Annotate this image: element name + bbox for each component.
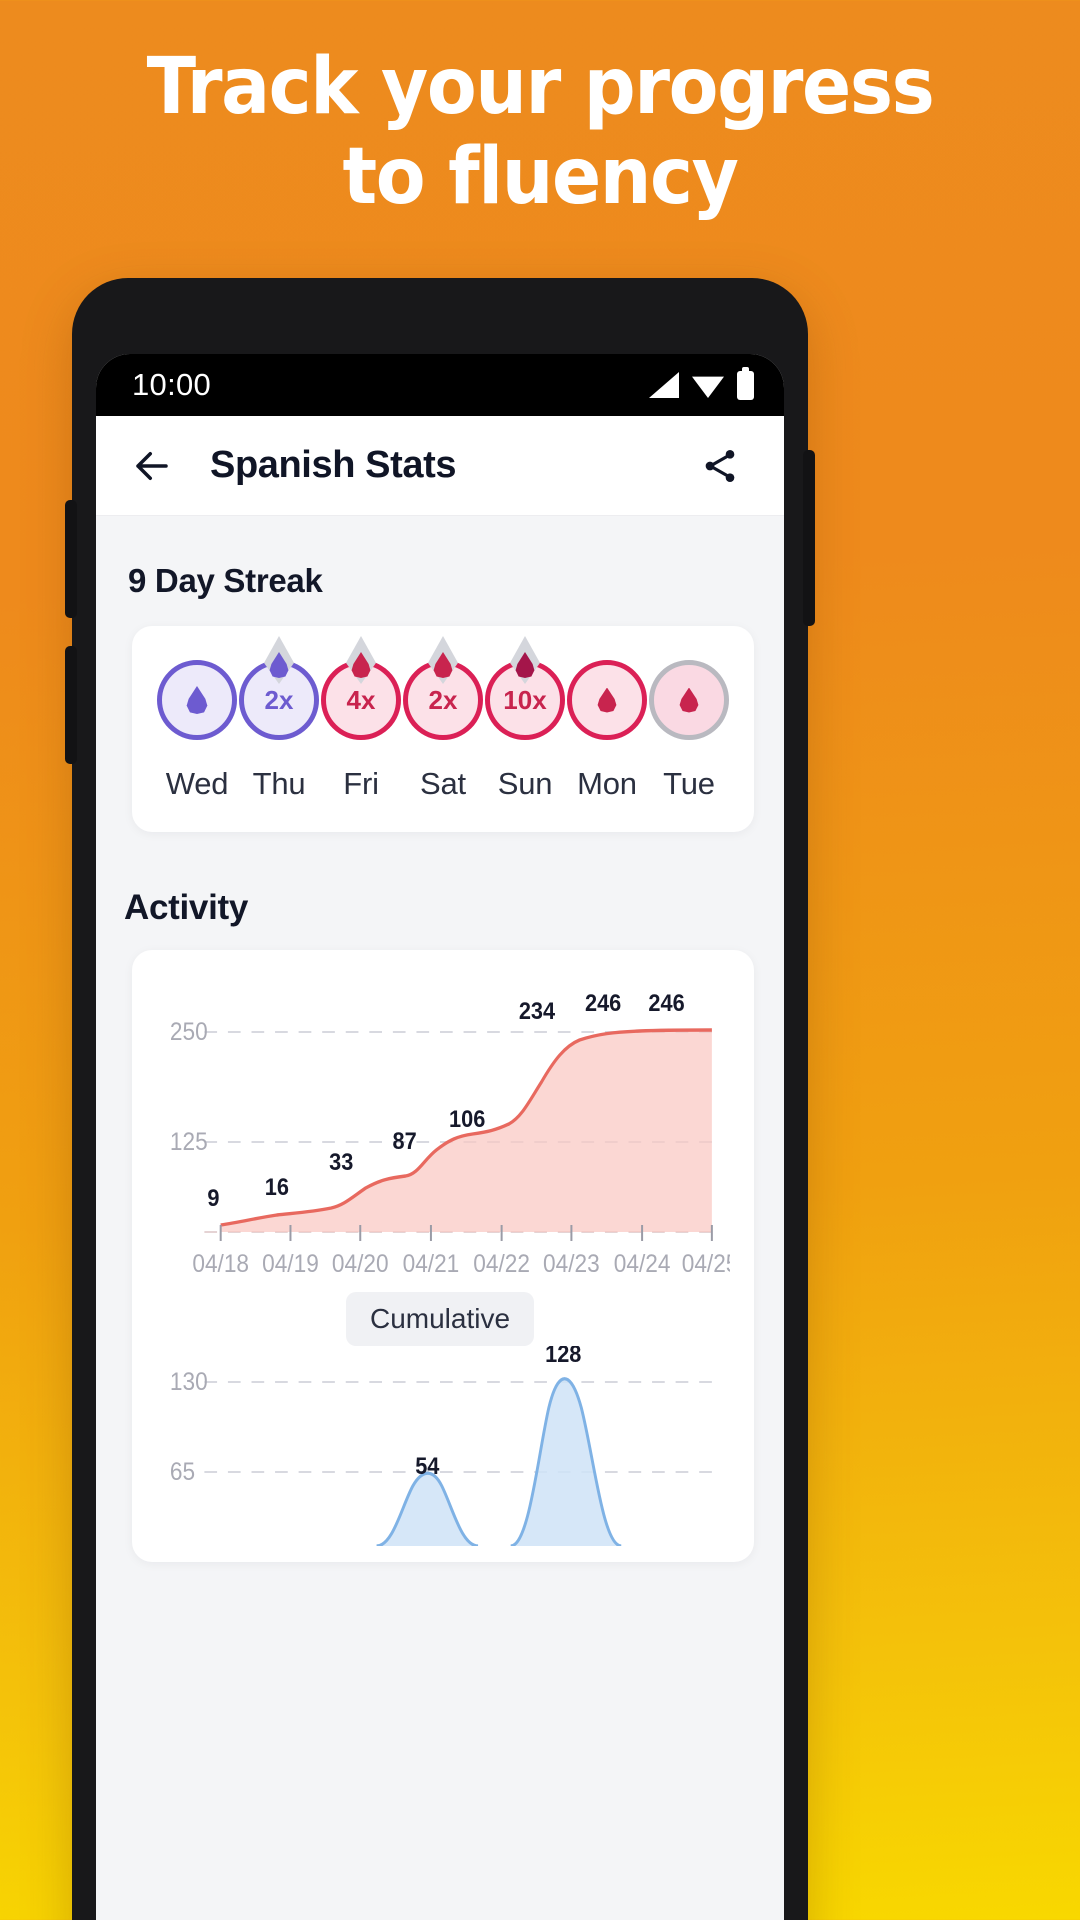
streak-badge-circle — [157, 660, 237, 740]
streak-badge-circle — [649, 660, 729, 740]
headline-line-2: to fluency — [342, 132, 738, 222]
power-button[interactable] — [803, 450, 815, 626]
streak-badge-circle — [567, 660, 647, 740]
volume-up-button[interactable] — [65, 500, 77, 618]
xtick-label: 04/21 — [403, 1250, 460, 1278]
point-label: 9 — [207, 1184, 219, 1211]
app-bar: Spanish Stats — [96, 416, 784, 516]
cumulative-chart[interactable]: 250 125 9 16 33 87 106 234 246 246 04/18… — [150, 984, 730, 1284]
streak-badge — [157, 660, 237, 740]
point-label: 128 — [545, 1346, 582, 1367]
signal-icon — [649, 372, 679, 398]
streak-day-wed[interactable]: Wed — [156, 660, 238, 802]
streak-badge — [567, 660, 647, 740]
droplet-icon — [679, 687, 699, 713]
xtick-label: 04/20 — [332, 1250, 389, 1278]
phone-screen: 10:00 Spanish Stats 9 Day Streak Wed 2x … — [96, 354, 784, 1920]
arrow-left-icon — [136, 451, 168, 480]
streak-day-label: Mon — [577, 766, 637, 801]
point-label: 106 — [449, 1105, 485, 1132]
streak-badge: 2x — [239, 636, 319, 740]
share-icon — [705, 449, 735, 482]
activity-chart-card: 250 125 9 16 33 87 106 234 246 246 04/18… — [132, 950, 754, 1562]
share-button[interactable] — [692, 438, 748, 494]
streak-day-label: Fri — [343, 766, 379, 801]
point-label: 33 — [329, 1148, 353, 1175]
chart-toggle-row: Cumulative — [150, 1292, 730, 1346]
streak-day-label: Thu — [252, 766, 306, 801]
volume-down-button[interactable] — [65, 646, 77, 764]
xtick-label: 04/19 — [262, 1250, 319, 1278]
activity-section-title: Activity — [124, 888, 249, 927]
point-label: 246 — [648, 989, 684, 1016]
streak-day-mon[interactable]: Mon — [566, 660, 648, 802]
xtick-label: 04/25 — [682, 1250, 730, 1278]
streak-day-label: Sun — [497, 766, 553, 801]
streak-badge: 10x — [485, 636, 565, 740]
streak-day-label: Wed — [165, 766, 229, 801]
streak-badge: 2x — [403, 636, 483, 740]
ytick-125: 125 — [170, 1128, 208, 1156]
point-label: 234 — [519, 997, 556, 1024]
streak-day-label: Tue — [663, 766, 715, 801]
headline-line-1: Track your progress — [146, 42, 935, 132]
xtick-label: 04/24 — [614, 1250, 671, 1278]
point-label: 54 — [415, 1452, 439, 1479]
battery-icon — [737, 366, 754, 400]
streak-pin-icon — [346, 636, 376, 684]
droplet-icon — [186, 686, 208, 714]
xtick-label: 04/22 — [473, 1250, 530, 1278]
status-bar-clock: 10:00 — [132, 367, 212, 402]
back-button[interactable] — [124, 438, 180, 494]
droplet-icon — [597, 687, 617, 713]
point-label: 246 — [585, 989, 621, 1016]
streak-days-row: Wed 2x Thu 4x Fri 2x Sat 10x Sun Mon Tue — [148, 636, 738, 802]
phone-mockup: 10:00 Spanish Stats 9 Day Streak Wed 2x … — [65, 278, 815, 1920]
streak-day-sat[interactable]: 2x Sat — [402, 636, 484, 802]
streak-badge — [649, 660, 729, 740]
streak-pin-icon — [510, 636, 540, 684]
streak-day-tue[interactable]: Tue — [648, 660, 730, 802]
xtick-label: 04/18 — [192, 1250, 249, 1278]
streak-day-label: Sat — [420, 766, 466, 801]
streak-day-sun[interactable]: 10x Sun — [484, 636, 566, 802]
streak-section-title: 9 Day Streak — [128, 562, 323, 599]
ytick-250: 250 — [170, 1018, 208, 1046]
streak-badge: 4x — [321, 636, 401, 740]
status-bar: 10:00 — [96, 354, 784, 416]
streak-pin-icon — [428, 636, 458, 684]
ytick-130: 130 — [170, 1368, 208, 1396]
xtick-label: 04/23 — [543, 1250, 600, 1278]
cumulative-toggle-chip[interactable]: Cumulative — [345, 1292, 535, 1346]
streak-day-thu[interactable]: 2x Thu — [238, 636, 320, 802]
streak-day-fri[interactable]: 4x Fri — [320, 636, 402, 802]
wifi-icon — [692, 376, 724, 398]
ytick-65: 65 — [170, 1458, 195, 1486]
stats-content[interactable]: 9 Day Streak Wed 2x Thu 4x Fri 2x Sat 10… — [96, 516, 784, 1920]
point-label: 87 — [393, 1127, 417, 1154]
streak-pin-icon — [264, 636, 294, 684]
point-label: 16 — [265, 1173, 289, 1200]
page-title: Spanish Stats — [210, 444, 457, 486]
status-bar-icons — [649, 366, 754, 400]
daily-chart[interactable]: 130 65 54 128 — [150, 1346, 730, 1546]
streak-card: Wed 2x Thu 4x Fri 2x Sat 10x Sun Mon Tue — [132, 626, 754, 832]
promo-headline: Track your progress to fluency — [38, 42, 1042, 222]
